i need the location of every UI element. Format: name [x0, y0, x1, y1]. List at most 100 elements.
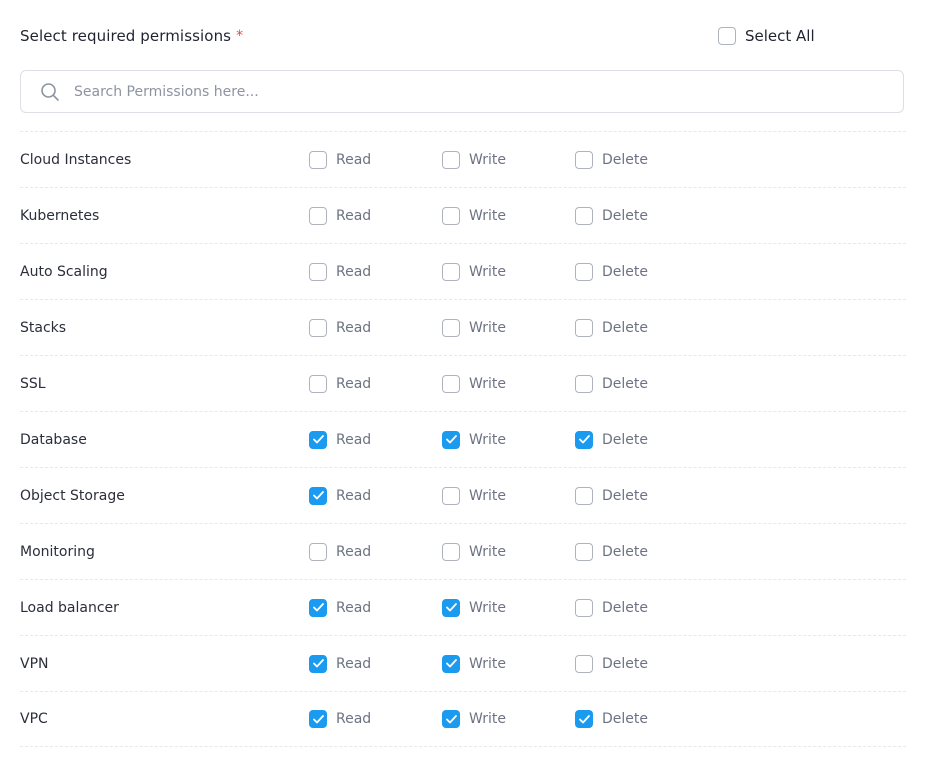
permission-name: Object Storage [20, 487, 125, 504]
read-checkbox-box[interactable] [309, 710, 327, 728]
read-checkbox[interactable]: Read [309, 374, 372, 393]
read-label: Read [336, 319, 372, 336]
write-checkbox-box[interactable] [442, 262, 460, 281]
permission-row-vpn: VPN Read Write Delete [20, 635, 906, 691]
delete-checkbox[interactable]: Delete [575, 486, 648, 505]
write-checkbox[interactable]: Write [442, 318, 506, 337]
read-checkbox[interactable]: Read [309, 654, 372, 673]
read-checkbox-box[interactable] [309, 430, 327, 449]
permission-name: Load balancer [20, 599, 119, 616]
delete-checkbox-box[interactable] [575, 486, 593, 505]
read-checkbox-box[interactable] [309, 486, 327, 505]
read-checkbox-box[interactable] [309, 374, 327, 393]
permission-name: Database [20, 431, 87, 448]
delete-checkbox-box[interactable] [575, 598, 593, 617]
write-checkbox[interactable]: Write [442, 486, 506, 505]
write-checkbox-box[interactable] [442, 374, 460, 393]
delete-checkbox[interactable]: Delete [575, 654, 648, 673]
write-checkbox[interactable]: Write [442, 206, 506, 225]
read-checkbox-box[interactable] [309, 206, 327, 225]
write-checkbox-box[interactable] [442, 598, 460, 617]
read-checkbox[interactable]: Read [309, 710, 371, 728]
write-checkbox-box[interactable] [442, 318, 460, 337]
read-checkbox[interactable]: Read [309, 262, 372, 281]
delete-checkbox[interactable]: Delete [575, 318, 648, 337]
delete-checkbox-box[interactable] [575, 262, 593, 281]
permission-name: SSL [20, 375, 46, 392]
read-checkbox-box[interactable] [309, 318, 327, 337]
delete-checkbox-box[interactable] [575, 430, 593, 449]
permission-name: Stacks [20, 319, 67, 336]
read-label: Read [336, 375, 372, 392]
delete-checkbox-box[interactable] [575, 542, 593, 561]
delete-checkbox[interactable]: Delete [575, 150, 648, 169]
write-checkbox-box[interactable] [442, 206, 460, 225]
read-checkbox[interactable]: Read [309, 598, 372, 617]
select-all-checkbox[interactable]: Select All [718, 26, 815, 46]
write-label: Write [469, 207, 506, 224]
write-checkbox-box[interactable] [442, 486, 460, 505]
delete-checkbox-box[interactable] [575, 206, 593, 225]
delete-checkbox[interactable]: Delete [575, 262, 648, 281]
write-checkbox[interactable]: Write [442, 598, 506, 617]
write-label: Write [469, 263, 506, 280]
permission-name: Kubernetes [20, 207, 100, 224]
delete-label: Delete [602, 711, 648, 727]
read-checkbox[interactable]: Read [309, 430, 372, 449]
select-all-box[interactable] [718, 27, 736, 45]
delete-checkbox-box[interactable] [575, 150, 593, 169]
delete-checkbox[interactable]: Delete [575, 598, 648, 617]
delete-checkbox-box[interactable] [575, 710, 593, 728]
read-checkbox-box[interactable] [309, 654, 327, 673]
write-checkbox-box[interactable] [442, 654, 460, 673]
delete-checkbox[interactable]: Delete [575, 374, 648, 393]
delete-checkbox[interactable]: Delete [575, 206, 648, 225]
delete-label: Delete [602, 487, 648, 504]
permission-row-load-balancer: Load balancer Read Write Delete [20, 579, 906, 635]
write-checkbox[interactable]: Write [442, 150, 506, 169]
permissions-panel: Select required permissions * Select All… [0, 0, 947, 764]
permission-row-database: Database Read Write Delete [20, 411, 906, 467]
read-checkbox[interactable]: Read [309, 542, 371, 561]
read-checkbox-box[interactable] [309, 150, 327, 169]
delete-checkbox[interactable]: Delete [575, 430, 648, 449]
read-label: Read [336, 599, 372, 616]
read-label: Read [336, 151, 372, 168]
write-checkbox[interactable]: Write [442, 430, 506, 449]
delete-label: Delete [602, 375, 648, 392]
read-label: Read [336, 431, 372, 448]
permission-name: VPC [20, 711, 48, 727]
delete-checkbox-box[interactable] [575, 654, 593, 673]
write-checkbox[interactable]: Write [442, 654, 506, 673]
write-checkbox[interactable]: Write [442, 542, 506, 561]
permission-row-auto-scaling: Auto Scaling Read Write Delete [20, 243, 906, 299]
read-checkbox[interactable]: Read [309, 150, 372, 169]
write-checkbox[interactable]: Write [442, 710, 506, 728]
delete-checkbox[interactable]: Delete [575, 542, 648, 561]
write-checkbox-box[interactable] [442, 710, 460, 728]
write-label: Write [469, 711, 506, 727]
search-box[interactable] [20, 70, 904, 113]
write-checkbox-box[interactable] [442, 542, 460, 561]
read-checkbox[interactable]: Read [309, 206, 371, 225]
read-checkbox-box[interactable] [309, 542, 327, 561]
read-checkbox[interactable]: Read [309, 486, 371, 505]
write-checkbox[interactable]: Write [442, 374, 506, 393]
read-label: Read [336, 711, 372, 727]
read-checkbox[interactable]: Read [309, 318, 372, 337]
write-checkbox[interactable]: Write [442, 262, 506, 281]
read-checkbox-box[interactable] [309, 598, 327, 617]
delete-checkbox-box[interactable] [575, 318, 593, 337]
page-title: Select required permissions [20, 27, 232, 45]
delete-checkbox-box[interactable] [575, 374, 593, 393]
search-input[interactable] [72, 82, 876, 101]
delete-label: Delete [602, 207, 648, 224]
read-checkbox-box[interactable] [309, 262, 327, 281]
delete-checkbox[interactable]: Delete [575, 710, 648, 728]
write-checkbox-box[interactable] [442, 430, 460, 449]
read-label: Read [336, 655, 372, 672]
write-checkbox-box[interactable] [442, 150, 460, 169]
read-label: Read [336, 263, 372, 280]
required-marker: * [236, 28, 244, 44]
delete-label: Delete [602, 431, 648, 448]
